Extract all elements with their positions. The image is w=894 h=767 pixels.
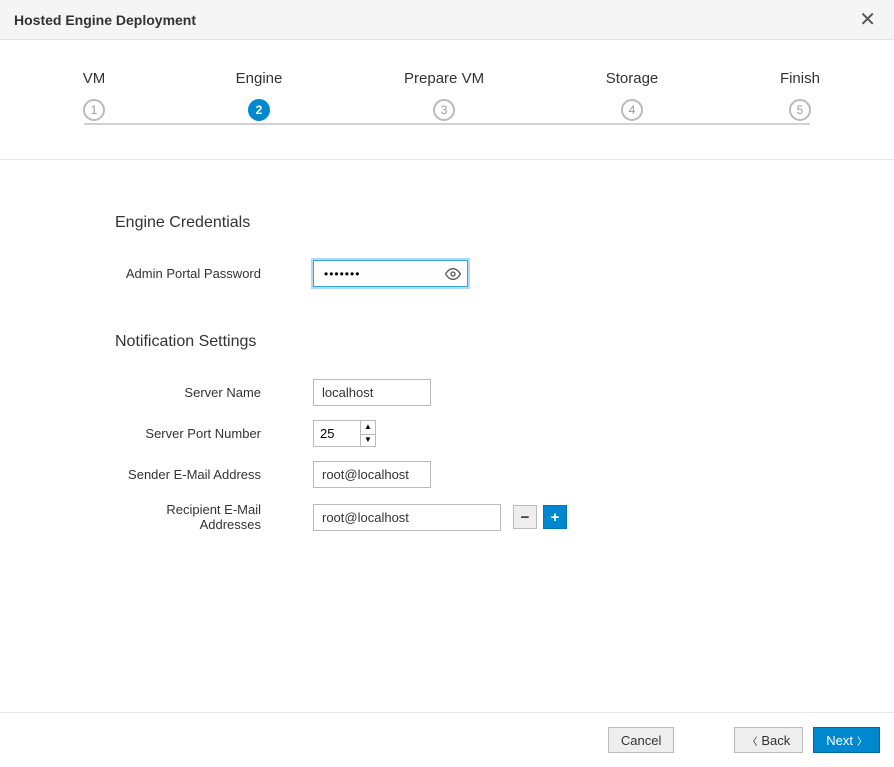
- step-label: Engine: [236, 70, 283, 87]
- step-label: VM: [83, 70, 106, 87]
- chevron-right-icon: 〉: [857, 733, 867, 748]
- close-button[interactable]: ✕: [855, 6, 880, 34]
- recipient-email-input[interactable]: [313, 504, 501, 531]
- spinner-buttons: ▲ ▼: [360, 420, 376, 447]
- step-circle: 5: [789, 99, 811, 121]
- wizard-rail: [84, 123, 810, 125]
- caret-down-icon: ▼: [364, 436, 372, 444]
- form-group-server-name: Server Name: [115, 379, 894, 406]
- next-button[interactable]: Next 〉: [813, 727, 880, 753]
- sender-email-input[interactable]: [313, 461, 431, 488]
- form-group-server-port: Server Port Number ▲ ▼: [115, 420, 894, 447]
- step-circle: 1: [83, 99, 105, 121]
- chevron-left-icon: 〈: [747, 733, 757, 748]
- modal-header: Hosted Engine Deployment ✕: [0, 0, 894, 40]
- wizard-steps: VM 1 Engine 2 Prepare VM 3 Storage 4 Fin…: [0, 40, 894, 160]
- next-label: Next: [826, 733, 853, 748]
- minus-icon: −: [521, 509, 530, 526]
- add-recipient-button[interactable]: +: [543, 505, 567, 529]
- step-circle: 2: [248, 99, 270, 121]
- step-label: Prepare VM: [404, 70, 484, 87]
- step-circle: 4: [621, 99, 643, 121]
- step-prepare-vm[interactable]: Prepare VM 3: [404, 70, 484, 121]
- step-engine[interactable]: Engine 2: [236, 70, 283, 121]
- admin-password-wrap: [313, 260, 468, 287]
- form-group-password: Admin Portal Password: [115, 260, 894, 287]
- port-decrement-button[interactable]: ▼: [360, 434, 376, 448]
- step-vm[interactable]: VM 1: [74, 70, 114, 121]
- back-button[interactable]: 〈 Back: [734, 727, 803, 753]
- sender-email-label: Sender E-Mail Address: [115, 467, 273, 482]
- server-name-label: Server Name: [115, 385, 273, 400]
- caret-up-icon: ▲: [364, 423, 372, 431]
- step-label: Finish: [780, 70, 820, 87]
- modal-title: Hosted Engine Deployment: [14, 12, 196, 28]
- modal-footer: Cancel 〈 Back Next 〉: [0, 712, 894, 767]
- form-content: Engine Credentials Admin Portal Password…: [0, 160, 894, 532]
- server-name-input[interactable]: [313, 379, 431, 406]
- cancel-button[interactable]: Cancel: [608, 727, 674, 753]
- form-group-sender-email: Sender E-Mail Address: [115, 461, 894, 488]
- cancel-label: Cancel: [621, 733, 661, 748]
- close-icon: ✕: [859, 9, 876, 31]
- engine-credentials-heading: Engine Credentials: [115, 214, 894, 232]
- form-group-recipient-email: Recipient E-Mail Addresses − +: [115, 502, 894, 532]
- step-label: Storage: [606, 70, 659, 87]
- recipient-email-label: Recipient E-Mail Addresses: [115, 502, 273, 532]
- eye-icon: [445, 266, 461, 282]
- server-port-input[interactable]: [313, 420, 360, 447]
- password-visibility-toggle[interactable]: [443, 264, 463, 284]
- recipient-action-buttons: − +: [513, 505, 567, 529]
- admin-password-label: Admin Portal Password: [115, 266, 273, 281]
- plus-icon: +: [551, 509, 560, 526]
- remove-recipient-button[interactable]: −: [513, 505, 537, 529]
- step-circle: 3: [433, 99, 455, 121]
- port-increment-button[interactable]: ▲: [360, 420, 376, 434]
- server-port-wrap: ▲ ▼: [313, 420, 376, 447]
- notification-settings-heading: Notification Settings: [115, 333, 894, 351]
- step-storage[interactable]: Storage 4: [606, 70, 659, 121]
- server-port-label: Server Port Number: [115, 426, 273, 441]
- back-label: Back: [761, 733, 790, 748]
- step-finish[interactable]: Finish 5: [780, 70, 820, 121]
